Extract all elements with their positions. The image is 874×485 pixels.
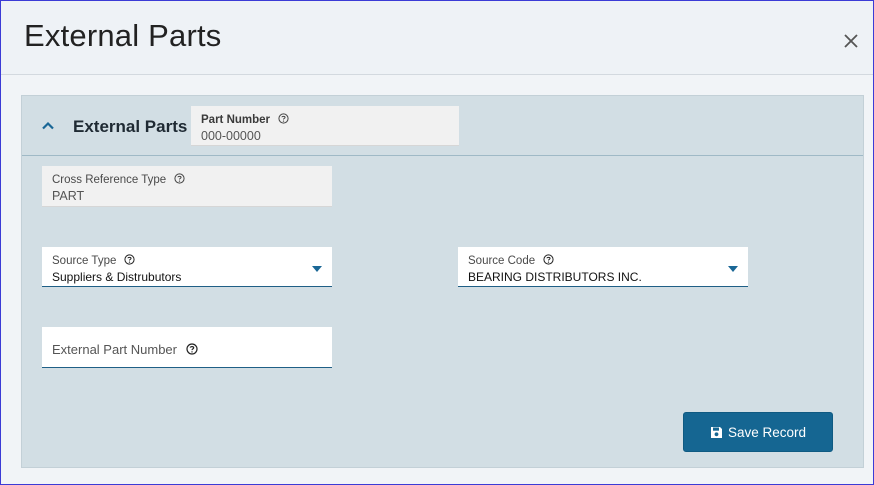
source-type-label: Source Type <box>52 255 117 267</box>
cross-reference-type-label-wrap: Cross Reference Type <box>52 173 185 186</box>
save-record-label: Save Record <box>727 424 807 440</box>
external-parts-panel: External Parts Part Number 000-00000 Cro… <box>21 95 864 468</box>
close-button[interactable] <box>841 31 861 51</box>
help-icon[interactable] <box>124 254 135 265</box>
external-parts-dialog: External Parts External Parts Part Numbe… <box>0 0 874 485</box>
help-icon[interactable] <box>186 343 198 355</box>
save-icon <box>710 426 722 438</box>
help-icon[interactable] <box>174 173 185 184</box>
external-part-number-input[interactable]: External Part Number <box>42 327 332 368</box>
source-code-label-wrap: Source Code <box>468 254 554 267</box>
part-number-label-wrap: Part Number <box>201 113 289 126</box>
dropdown-arrow-icon[interactable] <box>312 266 322 272</box>
save-record-button[interactable]: Save Record <box>683 412 833 452</box>
source-type-label-wrap: Source Type <box>52 254 135 267</box>
external-part-number-label-wrap: External Part Number <box>52 342 198 357</box>
source-code-dropdown[interactable]: Source Code BEARING DISTRIBUTORS INC. <box>458 247 748 287</box>
external-part-number-label: External Part Number <box>52 342 177 357</box>
dropdown-arrow-icon[interactable] <box>728 266 738 272</box>
dialog-title: External Parts <box>24 18 222 53</box>
help-icon[interactable] <box>543 254 554 265</box>
cross-reference-type-label: Cross Reference Type <box>52 174 167 186</box>
cross-reference-type-value: PART <box>52 189 85 203</box>
collapse-button[interactable] <box>40 118 56 134</box>
close-icon <box>844 34 858 48</box>
chevron-up-icon <box>42 121 54 130</box>
part-number-field: Part Number 000-00000 <box>191 106 459 146</box>
help-icon[interactable] <box>278 113 289 124</box>
source-type-dropdown[interactable]: Source Type Suppliers & Distrubutors <box>42 247 332 287</box>
dialog-header: External Parts <box>1 1 873 75</box>
part-number-value: 000-00000 <box>201 129 261 143</box>
source-code-value: BEARING DISTRIBUTORS INC. <box>468 270 642 284</box>
cross-reference-type-field: Cross Reference Type PART <box>42 166 332 207</box>
part-number-label: Part Number <box>201 114 271 126</box>
source-type-value: Suppliers & Distrubutors <box>52 270 182 284</box>
source-code-label: Source Code <box>468 255 536 267</box>
panel-title: External Parts <box>73 117 188 136</box>
panel-header: External Parts Part Number 000-00000 <box>22 96 863 156</box>
